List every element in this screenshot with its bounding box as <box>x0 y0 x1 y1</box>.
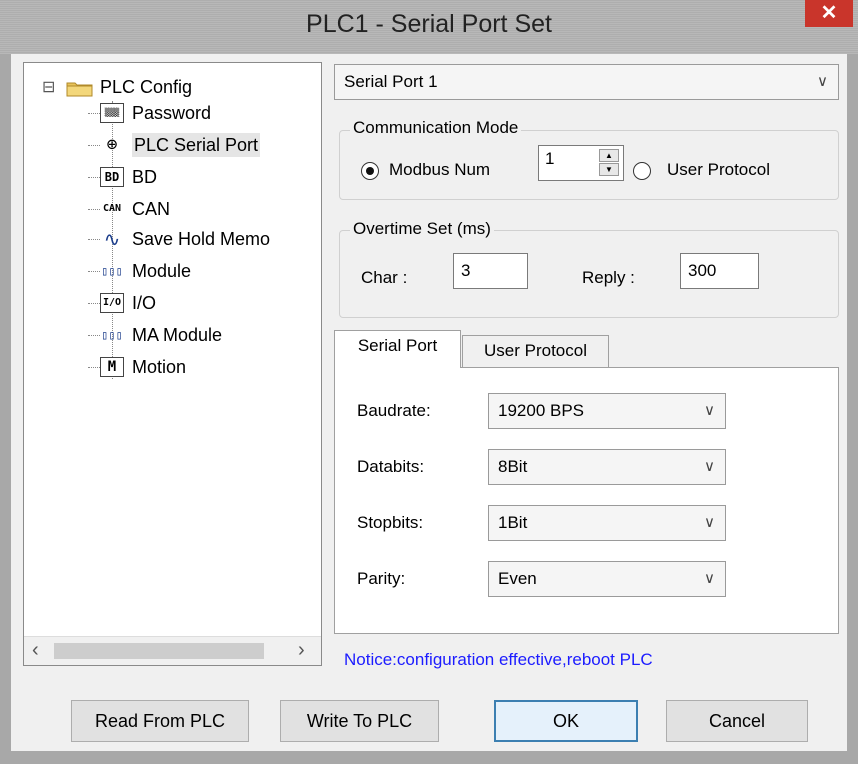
chevron-down-icon: ∨ <box>704 570 715 587</box>
close-button[interactable]: ✕ <box>805 0 853 27</box>
tab-serial-port[interactable]: Serial Port <box>334 330 461 368</box>
char-timeout-input[interactable]: 3 <box>453 253 528 289</box>
chevron-down-icon: ∨ <box>704 458 715 475</box>
databits-label: Databits: <box>357 457 425 476</box>
reboot-notice: Notice:configuration effective,reboot PL… <box>344 650 653 669</box>
stopbits-select[interactable]: 1Bit ∨ <box>488 505 726 541</box>
serial-port-select[interactable]: Serial Port 1 ∨ <box>334 64 839 100</box>
modbus-num-value: 1 <box>545 149 555 168</box>
tree-item-label: Motion <box>132 357 187 377</box>
title-bar[interactable]: PLC1 - Serial Port Set ✕ <box>0 0 858 54</box>
config-tree[interactable]: ⊟ PLC Config ▒▒▒ Password ⊕ PLC Serial P… <box>23 62 322 666</box>
can-icon: CAN <box>102 203 122 214</box>
reply-label: Reply : <box>582 268 635 287</box>
motion-icon: M <box>100 357 124 377</box>
user-protocol-radio[interactable] <box>633 162 651 180</box>
tree-item-label: Module <box>132 261 192 281</box>
window-title: PLC1 - Serial Port Set <box>306 10 552 38</box>
communication-mode-title: Communication Mode <box>350 118 522 138</box>
tree-item-label: Save Hold Memo <box>132 229 271 249</box>
spin-up-button[interactable]: ▲ <box>599 149 619 162</box>
databits-value: 8Bit <box>498 457 528 476</box>
baudrate-value: 19200 BPS <box>498 401 585 420</box>
modbus-radio[interactable] <box>361 162 379 180</box>
folder-icon <box>66 80 94 97</box>
reply-timeout-input[interactable]: 300 <box>680 253 759 289</box>
tree-item-label: I/O <box>132 293 157 313</box>
user-protocol-label: User Protocol <box>667 160 770 179</box>
serial-port-select-value: Serial Port 1 <box>344 72 438 91</box>
module-icon: ▯▯▯ <box>101 264 123 278</box>
read-from-plc-button[interactable]: Read From PLC <box>71 700 249 742</box>
char-label: Char : <box>361 268 408 287</box>
stopbits-value: 1Bit <box>498 513 528 532</box>
ok-button[interactable]: OK <box>494 700 638 742</box>
chevron-down-icon: ∨ <box>704 402 715 419</box>
tab-user-protocol[interactable]: User Protocol <box>462 335 609 368</box>
scroll-right-icon[interactable]: › <box>298 639 305 662</box>
parity-select[interactable]: Even ∨ <box>488 561 726 597</box>
dialog-window: PLC1 - Serial Port Set ✕ ⊟ PLC Config ▒▒… <box>0 0 858 764</box>
password-icon: ▒▒▒ <box>100 103 124 123</box>
spin-down-button[interactable]: ▼ <box>599 163 619 176</box>
baudrate-select[interactable]: 19200 BPS ∨ <box>488 393 726 429</box>
tree-item-label: BD <box>132 167 158 187</box>
dialog-body: ⊟ PLC Config ▒▒▒ Password ⊕ PLC Serial P… <box>11 54 847 751</box>
bd-icon: BD <box>100 167 124 187</box>
chevron-down-icon: ∨ <box>817 73 828 90</box>
scroll-thumb[interactable] <box>54 643 264 659</box>
io-icon: I/O <box>100 293 124 313</box>
tree-item-label: MA Module <box>132 325 223 345</box>
serial-port-icon: ⊕ <box>106 134 118 155</box>
cancel-button[interactable]: Cancel <box>666 700 808 742</box>
scroll-left-icon[interactable]: ‹ <box>32 639 39 662</box>
tree-item-label: PLC Serial Port <box>132 133 261 157</box>
write-to-plc-button[interactable]: Write To PLC <box>280 700 439 742</box>
ma-module-icon: ▯▯▯ <box>101 328 123 342</box>
modbus-label: Modbus Num <box>389 160 491 179</box>
parity-value: Even <box>498 569 537 588</box>
collapse-icon[interactable]: ⊟ <box>42 77 55 97</box>
chevron-down-icon: ∨ <box>704 514 715 531</box>
stopbits-label: Stopbits: <box>357 513 424 532</box>
tree-item-label: CAN <box>132 199 171 219</box>
modbus-num-stepper[interactable]: 1 ▲ ▼ <box>538 145 624 181</box>
databits-select[interactable]: 8Bit ∨ <box>488 449 726 485</box>
overtime-title: Overtime Set (ms) <box>350 219 494 239</box>
tree-item-label: Password <box>132 103 212 123</box>
tree-horizontal-scrollbar[interactable]: ‹ › <box>24 636 321 665</box>
tree-root-label: PLC Config <box>100 77 193 97</box>
serial-port-tab-panel: Baudrate: 19200 BPS ∨ Databits: 8Bit ∨ S… <box>334 367 839 634</box>
parity-label: Parity: <box>357 569 406 588</box>
baudrate-label: Baudrate: <box>357 401 431 420</box>
waveform-icon: ∿ <box>103 227 121 251</box>
